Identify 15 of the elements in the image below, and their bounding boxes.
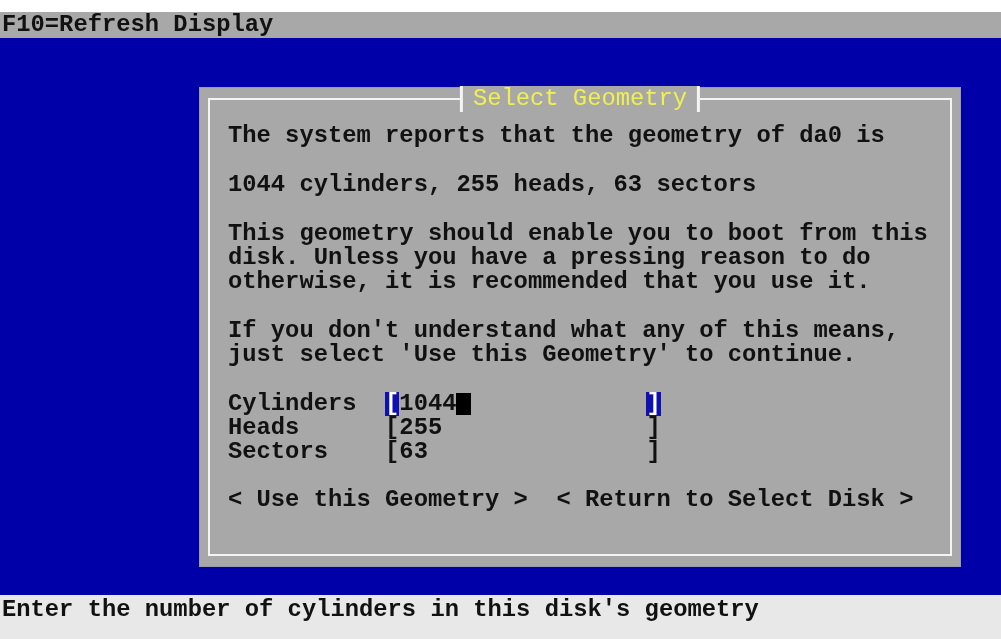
input-field[interactable]: [63 ] (385, 440, 661, 464)
status-bar: Enter the number of cylinders in this disk's geometry (0, 595, 1001, 639)
dialog-title: Select Geometry (459, 86, 701, 112)
dialog-text: This geometry should enable you to boot from this disk. Unless you have a pressing reason to do otherwise, it is recommended that you use it. (228, 222, 929, 294)
field-label: Cylinders (228, 392, 358, 416)
field-label: Heads (228, 416, 300, 440)
input-field[interactable]: [1044 ] (385, 392, 661, 416)
dialog-text: If you don't understand what any of this means, just select 'Use this Geometry' to continue. (228, 319, 901, 367)
field-label: Sectors (228, 440, 329, 464)
dialog-text: 1044 cylinders, 255 heads, 63 sectors (228, 173, 758, 197)
input-field[interactable]: [255 ] (385, 416, 661, 440)
dialog-button[interactable]: < Use this Geometry > (228, 488, 528, 512)
dialog-button[interactable]: < Return to Select Disk > (556, 488, 914, 512)
dialog-text: The system reports that the geometry of da0 is (228, 124, 886, 148)
key-hint: F10=Refresh Display (0, 12, 1001, 38)
